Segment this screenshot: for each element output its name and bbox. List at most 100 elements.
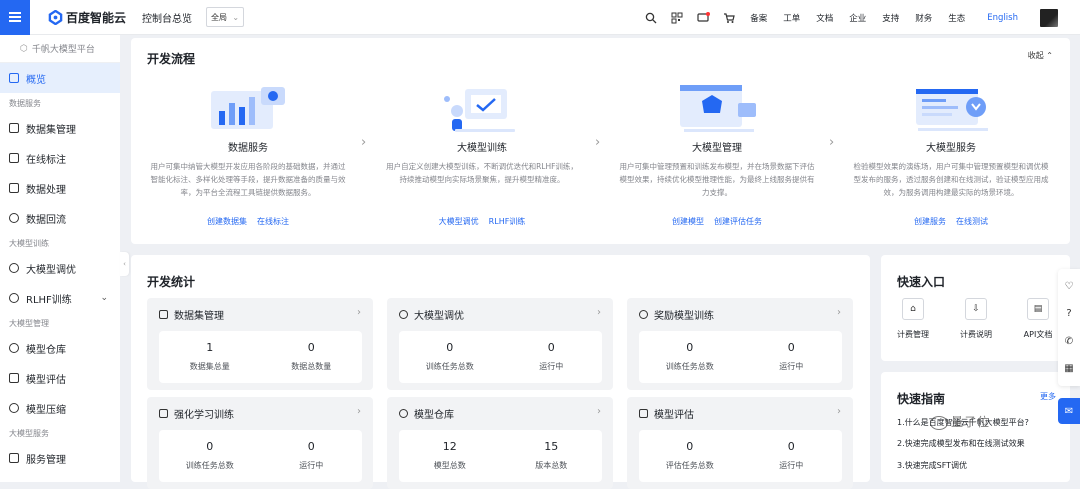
guide-link[interactable]: 2.快速完成模型发布和在线测试效果	[897, 438, 1025, 449]
stat-card-dataset[interactable]: 数据集管理 › 1 数据集总量 0 数据总数量	[147, 298, 373, 390]
stat-label: 运行中	[779, 461, 804, 470]
rlhf-icon	[9, 293, 19, 303]
flow-step-desc: 检验模型效果的演练场，用户可集中管理预置模型和调优模型发布的服务，透过服务创建和…	[853, 162, 1049, 197]
stat-card-reward-model[interactable]: 奖励模型训练 › 0 训练任务总数 0 运行中	[627, 298, 853, 390]
billing-description-entry[interactable]: ⇩ 计费说明	[951, 298, 1001, 340]
more-link[interactable]: 更多	[1040, 391, 1056, 402]
nav-docs[interactable]: 文档	[816, 12, 833, 24]
region-select[interactable]: 全局 ⌄	[206, 7, 245, 27]
stat-label: 训练任务总数	[185, 461, 234, 470]
nav-finance[interactable]: 财务	[915, 12, 932, 24]
sidebar-item-annotation[interactable]: 在线标注	[0, 143, 120, 173]
section-title: 快速入口	[897, 275, 946, 289]
sidebar-item-compression[interactable]: 模型压缩	[0, 393, 120, 423]
nav-ticket[interactable]: 工单	[783, 12, 800, 24]
stat-card-finetune[interactable]: 大模型调优 › 0 训练任务总数 0 运行中	[387, 298, 613, 390]
stat-card-title: 大模型调优	[414, 311, 464, 322]
chat-icon[interactable]: ✉	[1058, 398, 1080, 424]
stat-label: 评估任务总数	[665, 461, 714, 470]
sidebar-group-service: 大模型服务	[9, 428, 49, 438]
sidebar-item-service[interactable]: 服务管理	[0, 443, 120, 473]
create-dataset-link[interactable]: 创建数据集	[207, 217, 247, 226]
sidebar-item-evaluation[interactable]: 模型评估	[0, 363, 120, 393]
stat-card-repository[interactable]: 模型仓库 › 12 模型总数 15 版本总数	[387, 397, 613, 489]
collapse-button[interactable]: 收起 ⌃	[1028, 50, 1053, 61]
sidebar-item-repository[interactable]: 模型仓库	[0, 333, 120, 363]
flow-step-desc: 用户自定义创建大模型训练，不断调优迭代和RLHF训练，持续推动模型向实际场景聚焦…	[386, 162, 578, 184]
top-nav: 备案 工单 文档 企业 支持 财务 生态 English	[638, 0, 1080, 35]
evaluate-icon	[639, 409, 648, 418]
stat-value: 0	[206, 440, 214, 453]
help-icon[interactable]: ?	[1066, 308, 1071, 319]
stat-value: 0	[787, 341, 795, 354]
stat-value: 0	[686, 341, 694, 354]
create-service-link[interactable]: 创建服务	[914, 217, 946, 226]
stat-value: 0	[686, 440, 694, 453]
brand-logo[interactable]: 百度智能云	[48, 9, 126, 26]
message-icon[interactable]	[696, 11, 710, 25]
stat-label: 数据集总量	[189, 362, 230, 371]
qrcode-icon[interactable]	[670, 11, 684, 25]
flow-step-service: 大模型服务 检验模型效果的演练场，用户可集中管理预置模型和调优模型发布的服务，透…	[851, 83, 1051, 227]
grid-icon	[9, 73, 19, 83]
finetune-link[interactable]: 大模型调优	[439, 217, 479, 226]
sidebar-item-rlhf[interactable]: RLHF训练 ⌄	[0, 283, 120, 313]
flow-step-title: 大模型服务	[926, 143, 976, 154]
chevron-right-icon: ›	[357, 406, 361, 417]
language-switch[interactable]: English	[987, 13, 1018, 23]
process-icon	[9, 183, 19, 193]
nav-support[interactable]: 支持	[882, 12, 899, 24]
stat-label: 版本总数	[535, 461, 568, 470]
database-icon	[159, 310, 168, 319]
create-evaluation-link[interactable]: 创建评估任务	[714, 217, 762, 226]
watermark: 量子位	[930, 413, 990, 430]
nav-enterprise[interactable]: 企业	[849, 12, 866, 24]
quick-entry-label: API文档	[1023, 330, 1053, 339]
nav-beian[interactable]: 备案	[750, 12, 767, 24]
guide-link[interactable]: 3.快速完成SFT调优	[897, 460, 967, 471]
stat-card-evaluation[interactable]: 模型评估 › 0 评估任务总数 0 运行中	[627, 397, 853, 489]
training-illustration	[437, 83, 527, 135]
sidebar-item-label: 模型仓库	[26, 344, 66, 356]
sidebar-item-label: 大模型调优	[26, 264, 76, 276]
rlhf-link[interactable]: RLHF训练	[489, 217, 526, 226]
section-title: 开发流程	[147, 52, 196, 66]
sidebar-item-label: RLHF训练	[26, 294, 72, 306]
sidebar-item-dataset[interactable]: 数据集管理	[0, 113, 120, 143]
cart-icon[interactable]	[722, 11, 736, 25]
billing-management-entry[interactable]: ⌂ 计费管理	[888, 298, 938, 340]
create-model-link[interactable]: 创建模型	[672, 217, 704, 226]
online-annotation-link[interactable]: 在线标注	[257, 217, 289, 226]
heart-icon[interactable]: ♡	[1065, 281, 1074, 292]
chevron-up-icon: ⌃	[1046, 51, 1053, 60]
flow-step-title: 大模型管理	[692, 143, 742, 154]
apps-grid-icon[interactable]: ▦	[1064, 363, 1073, 374]
sidebar-item-label: 在线标注	[26, 154, 66, 166]
sidebar-collapse-handle[interactable]: ‹	[120, 252, 129, 276]
sidebar-item-processing[interactable]: 数据处理	[0, 173, 120, 203]
stat-value: 0	[307, 341, 315, 354]
platform-header[interactable]: ⬡ 千帆大模型平台	[0, 35, 120, 63]
floating-toolbar: ♡ ? ✆ ▦	[1058, 269, 1080, 386]
sidebar-item-reflow[interactable]: 数据回流	[0, 203, 120, 233]
nav-ecosystem[interactable]: 生态	[948, 12, 965, 24]
sidebar-item-label: 模型评估	[26, 374, 66, 386]
search-icon[interactable]	[644, 11, 658, 25]
console-overview-link[interactable]: 控制台总览	[142, 10, 192, 25]
avatar[interactable]	[1040, 8, 1058, 27]
phone-icon[interactable]: ✆	[1065, 336, 1073, 347]
online-test-link[interactable]: 在线测试	[956, 217, 988, 226]
flow-step-title: 大模型训练	[457, 143, 507, 154]
stat-card-title: 模型仓库	[414, 410, 454, 421]
chevron-down-icon: ⌄	[100, 293, 108, 303]
sidebar-item-label: 服务管理	[26, 454, 66, 466]
flow-step-desc: 用户可集中纳管大模型开发应用各阶段的基础数据，并通过智能化标注、多样化处理等手段…	[150, 162, 346, 197]
flow-step-title: 数据服务	[228, 143, 268, 154]
api-docs-entry[interactable]: ▤ API文档	[1013, 298, 1063, 340]
stat-card-rl-training[interactable]: 强化学习训练 › 0 训练任务总数 0 运行中	[147, 397, 373, 489]
sidebar-item-overview[interactable]: 概览	[0, 63, 120, 93]
baidu-cloud-logo-icon	[48, 9, 63, 25]
menu-icon[interactable]	[0, 0, 30, 35]
sidebar-item-finetune[interactable]: 大模型调优	[0, 253, 120, 283]
logo-text: 百度智能云	[66, 10, 127, 25]
